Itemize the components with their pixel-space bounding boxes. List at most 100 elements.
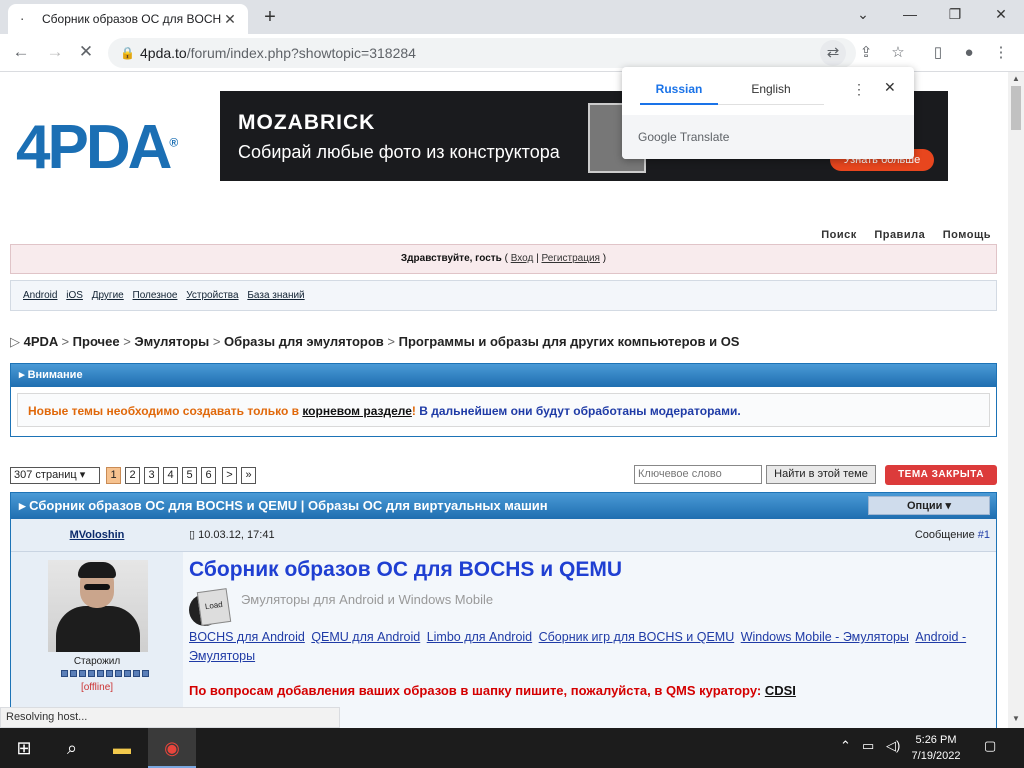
back-icon[interactable]: ←	[10, 42, 32, 62]
clock[interactable]: 5:26 PM 7/19/2022	[904, 732, 968, 764]
post-title: Сборник образов ОС для BOCHS и QEMU	[189, 558, 623, 581]
site-logo[interactable]: 4PDA®	[16, 112, 178, 183]
options-button[interactable]: Опции ▾	[868, 496, 990, 515]
nav-android[interactable]: Android	[23, 290, 57, 301]
stop-icon[interactable]: ✕	[75, 42, 97, 62]
file-explorer-icon[interactable]: ▬	[98, 728, 146, 768]
loading-icon: ⋅	[20, 10, 25, 27]
volume-icon[interactable]: ◁)	[886, 738, 900, 754]
share-icon[interactable]: ⇪	[853, 40, 879, 66]
rank-pips	[61, 670, 149, 677]
author-rank: Старожил	[73, 656, 121, 667]
post-date: ▯ 10.03.12, 17:41	[189, 519, 275, 552]
close-window-button[interactable]: ✕	[986, 6, 1016, 23]
windows-start-icon[interactable]: ⊞	[0, 728, 48, 768]
url-host: 4pda.to	[140, 45, 187, 61]
register-link[interactable]: Регистрация	[541, 253, 599, 264]
page-4[interactable]: 4	[163, 467, 178, 484]
nav-useful[interactable]: Полезное	[133, 290, 178, 301]
post-number-link[interactable]: #1	[978, 529, 990, 541]
banner-slogan: Собирай любые фото из конструктора	[238, 142, 560, 162]
close-tab-icon[interactable]: ✕	[222, 11, 238, 28]
side-panel-icon[interactable]: ▯	[925, 40, 951, 66]
profile-icon[interactable]: ●	[956, 40, 982, 66]
find-in-topic-button[interactable]: Найти в этой теме	[766, 465, 876, 484]
logo-mark: ®	[169, 135, 178, 150]
help-link[interactable]: Помощь	[943, 229, 991, 241]
post-author[interactable]: MVoloshin	[11, 519, 183, 552]
tray-chevron-icon[interactable]: ⌃	[840, 738, 851, 754]
notice-header: ▸ Внимание	[11, 364, 996, 387]
login-link[interactable]: Вход	[511, 253, 534, 264]
breadcrumb-item[interactable]: Образы для эмуляторов	[224, 334, 384, 349]
avatar	[48, 560, 148, 652]
notice-header-text: Внимание	[27, 369, 83, 381]
page-3[interactable]: 3	[144, 467, 159, 484]
nav-knowledge-base[interactable]: База знаний	[247, 290, 304, 301]
search-icon[interactable]: ⌕	[48, 728, 96, 768]
pages-dropdown[interactable]: 307 страниц ▾	[10, 467, 100, 484]
bookmark-star-icon[interactable]: ☆	[885, 40, 911, 66]
next-page[interactable]: >	[222, 467, 237, 484]
keyword-input[interactable]: Ключевое слово	[634, 465, 762, 484]
scroll-up-icon[interactable]: ▲	[1012, 74, 1020, 83]
last-page[interactable]: »	[241, 467, 256, 484]
more-options-icon[interactable]: ⋮	[852, 81, 866, 98]
chrome-icon[interactable]: ◉	[148, 728, 196, 768]
tab-russian[interactable]: Russian	[640, 79, 718, 105]
post-content: Сборник образов ОС для BOCHS и QEMU Load…	[189, 558, 989, 698]
scroll-down-icon[interactable]: ▼	[1012, 714, 1020, 723]
post-subtitle: Эмуляторы для Android и Windows Mobile	[241, 592, 494, 607]
guest-bar: Здравствуйте, гость ( Вход | Регистрация…	[10, 244, 997, 274]
close-icon[interactable]: ✕	[884, 79, 896, 96]
restore-button[interactable]: ❐	[940, 6, 970, 23]
translate-popup: Russian English ⋮ ✕ Google Translate	[622, 67, 914, 159]
search-link[interactable]: Поиск	[821, 229, 857, 241]
breadcrumb-item[interactable]: Прочее	[73, 334, 120, 349]
notifications-icon[interactable]: ▢	[984, 738, 996, 754]
page-6[interactable]: 6	[201, 467, 216, 484]
post-link[interactable]: QEMU для Android	[311, 630, 420, 644]
forward-icon[interactable]: →	[44, 42, 66, 62]
category-nav: Android iOS Другие Полезное Устройства Б…	[10, 280, 997, 311]
menu-icon[interactable]: ⋮	[988, 40, 1014, 66]
nav-devices[interactable]: Устройства	[186, 290, 238, 301]
scroll-thumb[interactable]	[1011, 86, 1021, 130]
post-icon: ▯	[189, 529, 199, 541]
tab-search-icon[interactable]: ⌄	[848, 6, 878, 23]
page-scrollbar[interactable]: ▲ ▼	[1008, 72, 1024, 728]
network-icon[interactable]: ▭	[862, 738, 874, 754]
translate-icon[interactable]: ⇄	[820, 40, 846, 66]
banner-brand: MOZABRICK	[238, 111, 376, 134]
translate-tabs: Russian English	[640, 79, 824, 105]
topic-closed-button[interactable]: ТЕМА ЗАКРЫТА	[885, 465, 997, 485]
load-icon: Load	[189, 588, 235, 628]
breadcrumb-item[interactable]: Эмуляторы	[134, 334, 209, 349]
post-link[interactable]: Limbo для Android	[427, 630, 532, 644]
breadcrumb: ▷ 4PDA > Прочее > Эмуляторы > Образы для…	[10, 334, 740, 349]
rules-link[interactable]: Правила	[874, 229, 925, 241]
root-section-link[interactable]: корневом разделе	[302, 404, 412, 418]
minimize-button[interactable]: —	[895, 6, 925, 22]
address-bar[interactable]: 🔒 4pda.to/forum/index.php?showtopic=3182…	[108, 38, 856, 68]
breadcrumb-item[interactable]: 4PDA	[24, 334, 58, 349]
topic-header: ▸ Сборник образов ОС для BOCHS и QEMU | …	[11, 493, 996, 519]
page-1[interactable]: 1	[106, 467, 121, 484]
curator-link[interactable]: CDSI	[765, 683, 796, 698]
lock-icon: 🔒	[120, 46, 135, 60]
tab-title: Сборник образов ОС для BOCHS	[42, 12, 222, 26]
pagination-row: 307 страниц ▾ 1 2 3 4 5 6 > » Ключевое с…	[10, 465, 997, 485]
new-tab-button[interactable]: +	[260, 6, 280, 29]
load-icon-label: Load	[196, 588, 232, 626]
page-5[interactable]: 5	[182, 467, 197, 484]
post-link[interactable]: Windows Mobile - Эмуляторы	[741, 630, 909, 644]
breadcrumb-item[interactable]: Программы и образы для других компьютеро…	[399, 334, 740, 349]
page-2[interactable]: 2	[125, 467, 140, 484]
tab-english[interactable]: English	[732, 79, 810, 105]
post-link[interactable]: Сборник игр для BOCHS и QEMU	[539, 630, 735, 644]
nav-ios[interactable]: iOS	[66, 290, 83, 301]
notice-text-before: Новые темы необходимо создавать только в	[28, 404, 303, 418]
browser-tab[interactable]: ⋅ Сборник образов ОС для BOCHS ✕	[8, 4, 248, 34]
post-link[interactable]: BOCHS для Android	[189, 630, 305, 644]
nav-other[interactable]: Другие	[92, 290, 124, 301]
